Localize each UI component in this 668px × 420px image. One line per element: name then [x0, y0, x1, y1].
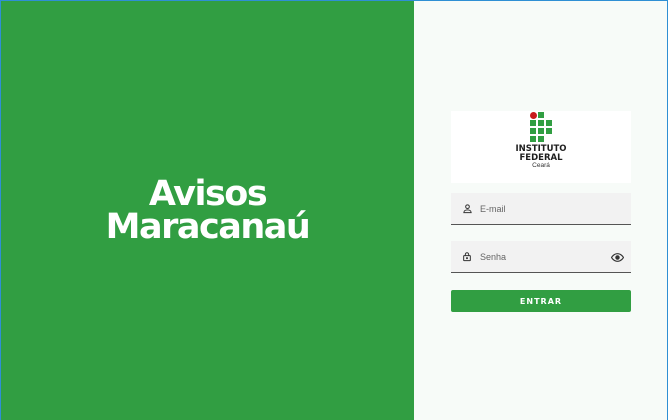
brand-panel: Avisos Maracanaú [1, 1, 414, 420]
institution-logo: INSTITUTO FEDERAL Ceará [451, 111, 631, 183]
password-field[interactable] [451, 241, 631, 273]
logo-subtitle: Ceará [532, 162, 550, 169]
password-input[interactable] [480, 251, 600, 262]
app-title-line2: Maracanaú [105, 207, 311, 247]
ifce-logo-icon [530, 112, 552, 142]
login-button[interactable]: ENTRAR [451, 290, 631, 312]
app-title: Avisos Maracanaú [105, 177, 311, 247]
eye-icon[interactable] [610, 250, 624, 264]
email-field[interactable] [451, 193, 631, 225]
app-window: Avisos Maracanaú INSTITUTO FEDERAL Ceará… [0, 0, 668, 420]
lock-icon [460, 250, 474, 264]
email-input[interactable] [480, 203, 600, 214]
person-icon [460, 202, 474, 216]
logo-title: INSTITUTO FEDERAL [451, 145, 631, 163]
login-panel: INSTITUTO FEDERAL Ceará E-mail ENTRAR [414, 1, 667, 420]
